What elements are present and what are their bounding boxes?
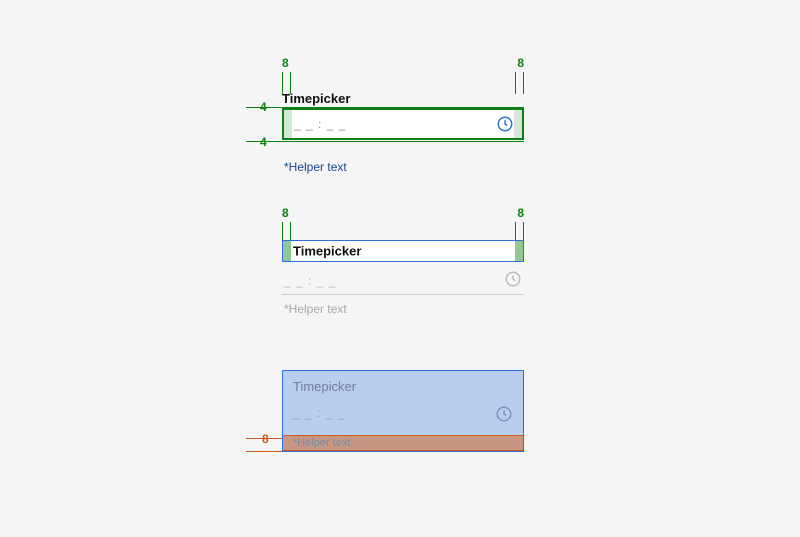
padding-overlay-left	[284, 110, 292, 138]
measure-8: 8	[517, 56, 524, 70]
guide-line	[246, 107, 524, 108]
helper-text: *Helper text	[284, 160, 347, 174]
input-placeholder: _ _ : _ _	[294, 117, 346, 131]
helper-gap-overlay: *Helper text	[283, 435, 523, 451]
timepicker-block: Timepicker _ _ : _ _ *Helper text	[282, 370, 524, 452]
guide-line	[246, 141, 524, 142]
clock-icon[interactable]	[496, 115, 514, 133]
input-placeholder: _ _ : _ _	[284, 274, 336, 288]
measure-8: 8	[282, 206, 289, 220]
clock-icon[interactable]	[495, 405, 513, 423]
padding-overlay-right	[514, 110, 522, 138]
helper-text: *Helper text	[284, 302, 347, 316]
spec1-top-guides: 8 8	[282, 60, 524, 94]
padding-overlay-right	[515, 241, 523, 261]
spec2-top-guides: 8 8	[282, 210, 524, 244]
timepicker-spec-input-padding: Timepicker _ _ : _ _	[282, 90, 524, 140]
timepicker-spec-helper-gap: Timepicker _ _ : _ _ *Helper text	[282, 370, 524, 452]
time-input[interactable]: _ _ : _ _	[282, 272, 524, 295]
field-label: Timepicker	[293, 379, 513, 394]
measure-8: 8	[282, 56, 289, 70]
field-label: Timepicker	[293, 244, 361, 259]
helper-text: *Helper text	[293, 437, 350, 449]
measure-4: 4	[260, 135, 267, 149]
input-placeholder: _ _ : _ _	[293, 406, 513, 420]
time-input[interactable]: _ _ : _ _	[282, 108, 524, 140]
measure-8: 8	[262, 432, 269, 446]
measure-8: 8	[517, 206, 524, 220]
clock-icon[interactable]	[504, 270, 522, 288]
timepicker-spec-label-padding: Timepicker _ _ : _ _	[282, 240, 524, 295]
padding-overlay-left	[283, 241, 291, 261]
field-label-container: Timepicker	[282, 240, 524, 262]
field-label: Timepicker	[282, 90, 524, 108]
